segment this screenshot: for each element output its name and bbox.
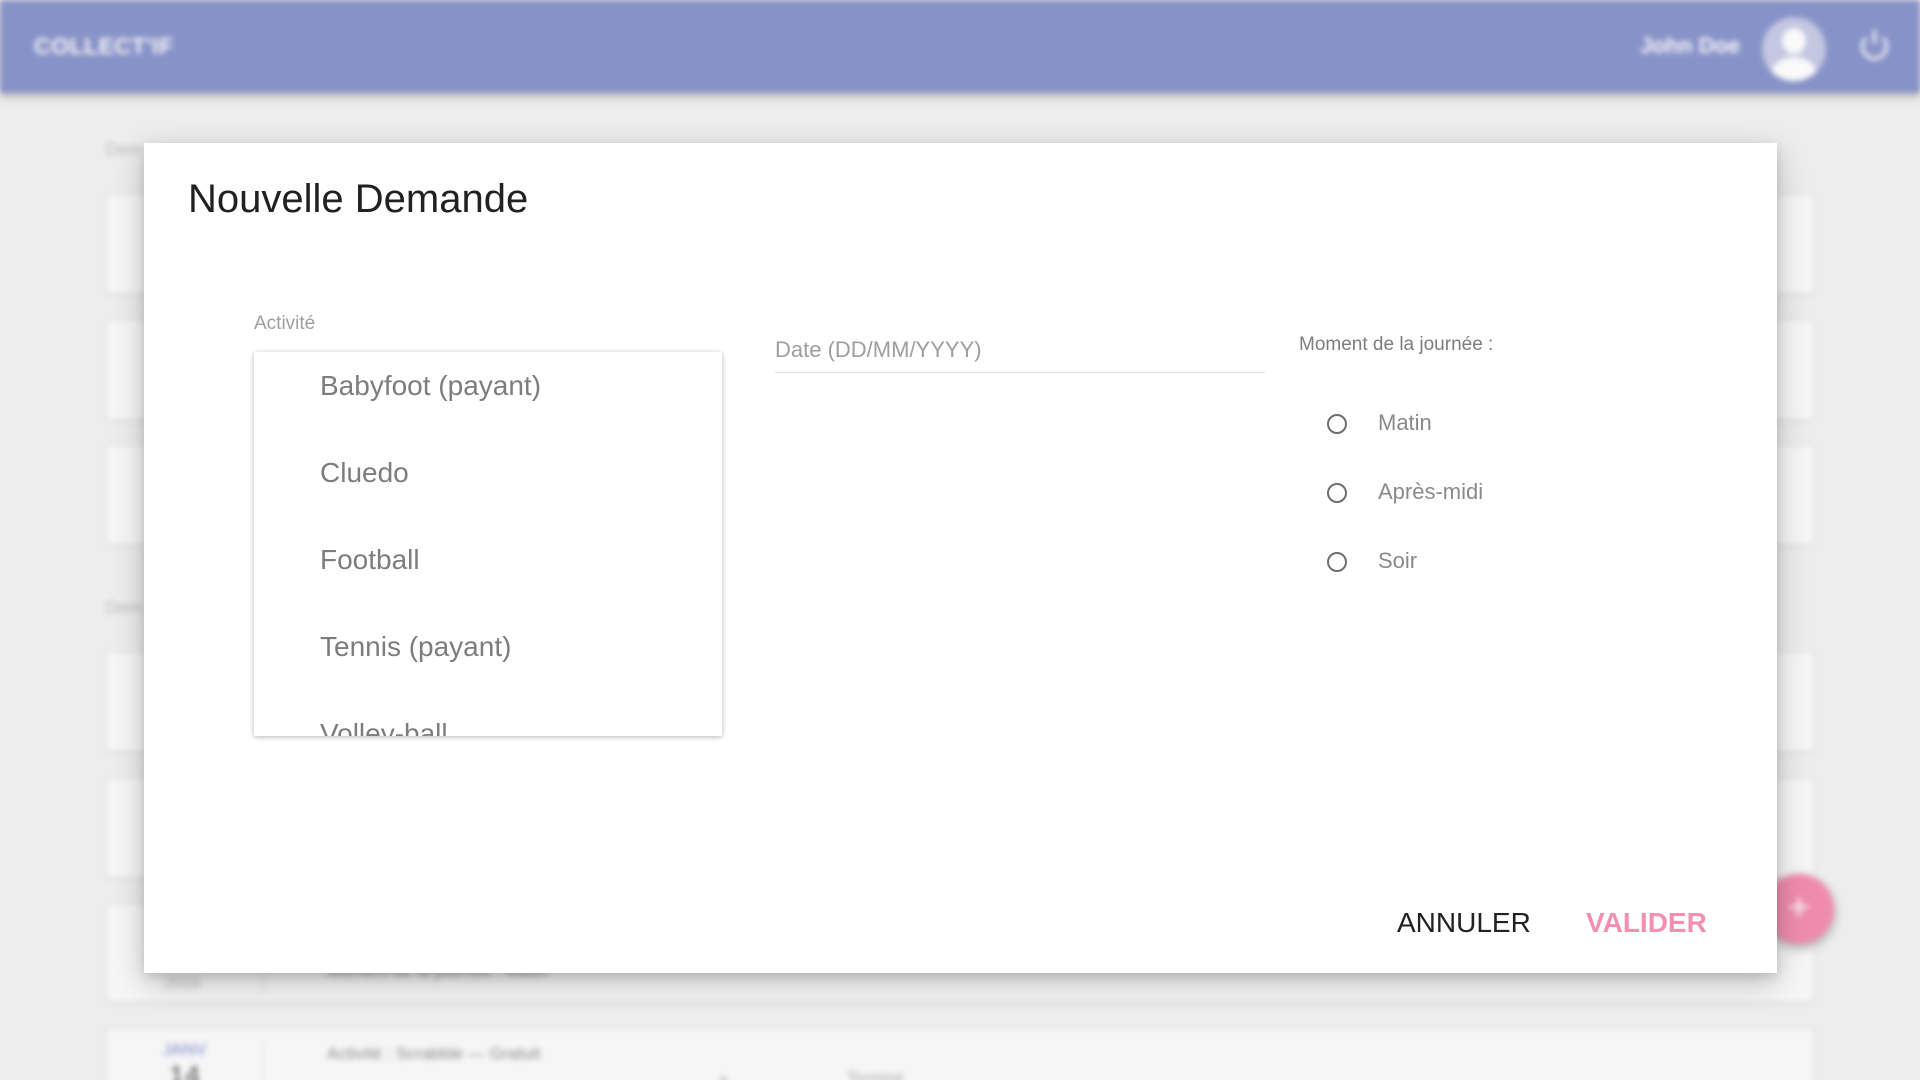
new-request-dialog: Nouvelle Demande Activité Babyfoot (paya… (144, 143, 1777, 973)
radio-label: Après-midi (1378, 479, 1484, 504)
activity-option[interactable]: Babyfoot (payant) (254, 352, 722, 439)
radio-label: Soir (1378, 548, 1418, 573)
dialog-title: Nouvelle Demande (188, 177, 529, 221)
activity-option[interactable]: Tennis (payant) (254, 613, 722, 700)
radio-circle-icon[interactable] (1327, 552, 1347, 572)
cancel-button[interactable]: ANNULER (1397, 907, 1531, 939)
radio-label: Matin (1378, 410, 1432, 435)
radio-circle-icon[interactable] (1327, 483, 1347, 503)
date-input[interactable] (775, 323, 1265, 373)
activity-dropdown[interactable]: Babyfoot (payant) Cluedo Football Tennis… (254, 352, 722, 736)
moment-label: Moment de la journée : (1299, 334, 1494, 355)
submit-button[interactable]: VALIDER (1586, 907, 1707, 939)
activity-label: Activité (254, 313, 316, 334)
activity-option[interactable]: Volley-ball (254, 700, 722, 736)
activity-option[interactable]: Cluedo (254, 439, 722, 526)
radio-circle-icon[interactable] (1327, 414, 1347, 434)
activity-option[interactable]: Football (254, 526, 722, 613)
